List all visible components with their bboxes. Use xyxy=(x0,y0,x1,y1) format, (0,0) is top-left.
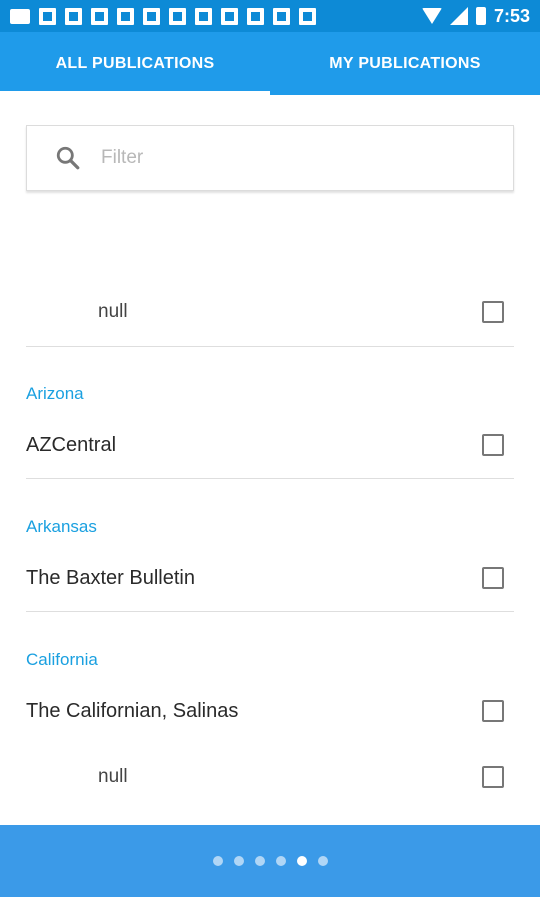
search-icon xyxy=(55,145,95,171)
tab-bar: ALL PUBLICATIONS MY PUBLICATIONS xyxy=(0,32,540,95)
publication-name: The Baxter Bulletin xyxy=(26,566,195,589)
notification-icon xyxy=(143,7,160,25)
list-item[interactable]: null xyxy=(26,747,514,807)
publication-name: null xyxy=(98,301,128,322)
section-header-california: California xyxy=(26,650,98,669)
list-item[interactable]: null xyxy=(26,282,514,342)
publication-name: The Californian, Salinas xyxy=(26,699,239,722)
publication-name: null xyxy=(98,766,128,787)
notification-icon xyxy=(247,7,264,25)
notification-icon xyxy=(65,7,82,25)
list-item[interactable]: The Baxter Bulletin xyxy=(26,548,514,608)
signal-icon xyxy=(449,7,468,25)
battery-icon xyxy=(475,7,486,25)
divider xyxy=(26,478,514,479)
notification-icon xyxy=(221,7,238,25)
filter-box[interactable] xyxy=(26,125,514,191)
notification-icon xyxy=(273,7,290,25)
footer-pager xyxy=(0,825,540,897)
notification-icon xyxy=(299,7,316,25)
section-header-arkansas: Arkansas xyxy=(26,517,97,536)
notification-icon xyxy=(39,7,56,25)
notification-icon xyxy=(169,7,186,25)
notification-icons xyxy=(10,7,316,25)
tab-all-publications[interactable]: ALL PUBLICATIONS xyxy=(0,32,270,95)
list-item[interactable]: The Californian, Salinas xyxy=(26,681,514,741)
list-item[interactable]: AZCentral xyxy=(26,415,514,475)
divider xyxy=(26,611,514,612)
page-dot[interactable] xyxy=(296,856,307,866)
notification-icon xyxy=(195,7,212,25)
checkbox[interactable] xyxy=(482,434,504,456)
checkbox[interactable] xyxy=(482,700,504,722)
checkbox[interactable] xyxy=(482,766,504,788)
wifi-icon xyxy=(421,8,442,24)
clock: 7:53 xyxy=(493,5,530,26)
system-status: 7:53 xyxy=(421,5,530,27)
page-dot[interactable] xyxy=(212,856,223,866)
divider xyxy=(26,346,514,347)
status-bar: 7:53 xyxy=(0,0,540,32)
checkbox[interactable] xyxy=(482,301,504,323)
notification-icon xyxy=(117,7,134,25)
page-dot[interactable] xyxy=(275,856,286,866)
tab-my-publications[interactable]: MY PUBLICATIONS xyxy=(270,32,540,95)
page-dot[interactable] xyxy=(254,856,265,866)
page-indicator xyxy=(212,856,328,866)
filter-input[interactable] xyxy=(101,147,481,169)
checkbox[interactable] xyxy=(482,567,504,589)
page-dot[interactable] xyxy=(233,856,244,866)
section-header-arizona: Arizona xyxy=(26,384,84,403)
notification-icon xyxy=(91,7,108,25)
page-dot[interactable] xyxy=(317,856,328,866)
message-icon xyxy=(10,8,30,24)
publication-name: AZCentral xyxy=(26,433,117,456)
